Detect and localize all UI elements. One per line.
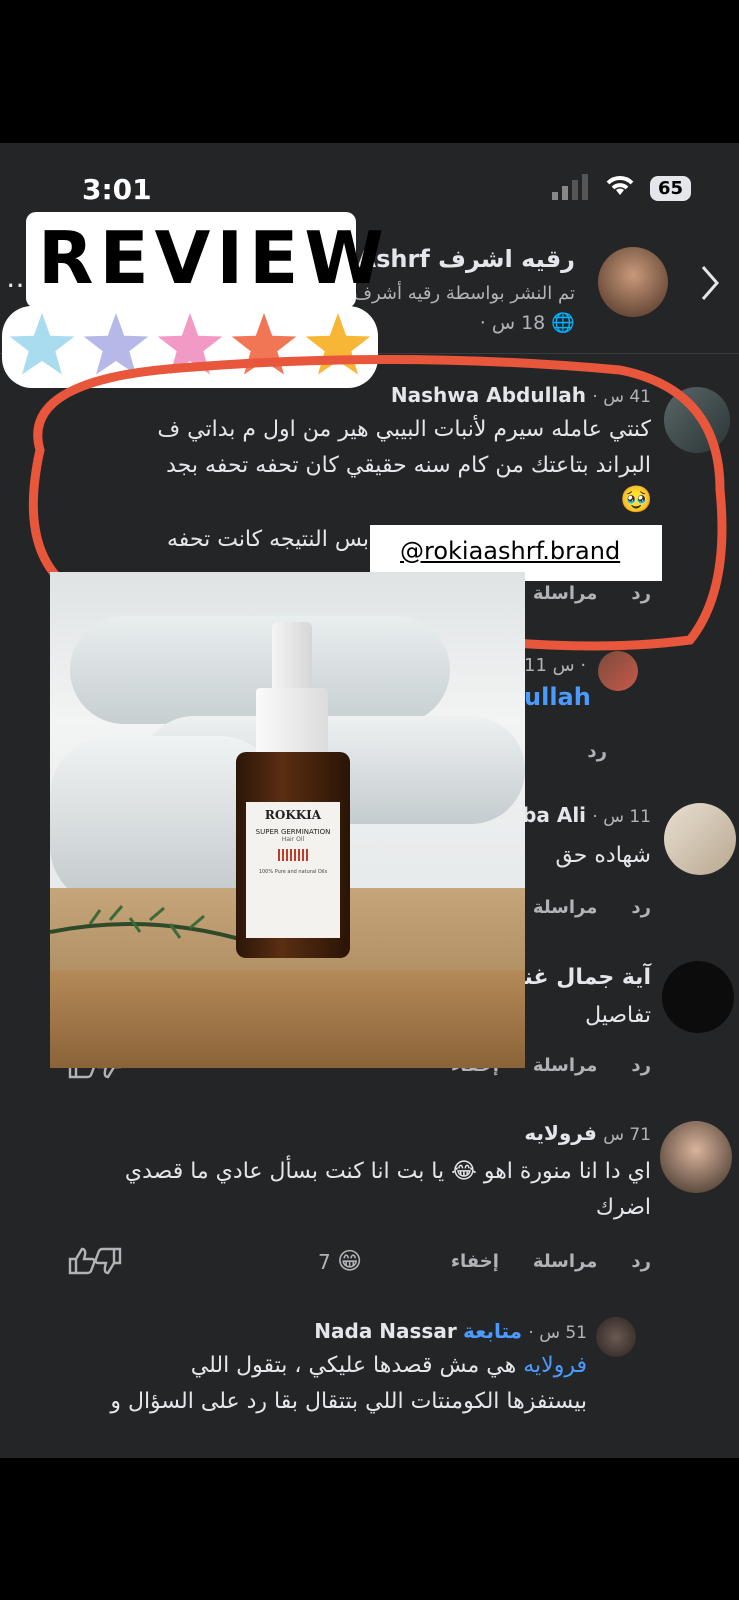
bottle-collar bbox=[256, 688, 328, 758]
comment-time: 71 س bbox=[603, 1125, 651, 1145]
comment-text-line: تفاصيل bbox=[585, 1003, 651, 1028]
battery-indicator: 65 bbox=[649, 176, 691, 201]
comment-avatar[interactable] bbox=[596, 1317, 636, 1357]
comment-actions: رد bbox=[587, 741, 607, 762]
rosemary-sprig bbox=[50, 902, 251, 944]
reply-button[interactable]: رد bbox=[631, 897, 651, 918]
comment-header: 11 س · ba Ali bbox=[522, 803, 651, 827]
comment-time: 11 س · bbox=[592, 807, 651, 827]
label-line2: Hair Oil bbox=[281, 836, 305, 843]
reply-button[interactable]: رد bbox=[631, 1055, 651, 1076]
post-time-text: 18 س · bbox=[479, 312, 546, 334]
commenter-name[interactable]: فرولايه bbox=[524, 1121, 597, 1145]
reply-button[interactable]: رد bbox=[631, 1251, 651, 1272]
commenter-name[interactable]: ullah bbox=[524, 683, 591, 711]
comment-actions: رد مراسلة إخفاء bbox=[451, 1251, 651, 1272]
reaction-count: 7 bbox=[318, 1250, 331, 1274]
hide-button[interactable]: إخفاء bbox=[451, 1251, 499, 1272]
message-button[interactable]: مراسلة bbox=[533, 897, 597, 918]
comment-header: 51 س · متابعة Nada Nassar bbox=[314, 1319, 587, 1343]
globe-icon: 🌐 bbox=[551, 312, 575, 334]
bottle-label: ROKKIA SUPER GERMINATION Hair Oil 100% P… bbox=[246, 802, 340, 938]
label-line3: 100% Pure and natural Oils bbox=[258, 869, 328, 875]
comment-time: 51 س · bbox=[528, 1323, 587, 1343]
comment-text-line: فرولايه هي مش قصدها عليكي ، بتقول اللي bbox=[191, 1349, 587, 1383]
post-author-avatar[interactable] bbox=[598, 247, 668, 317]
like-dislike-icon[interactable] bbox=[66, 1247, 124, 1281]
comment-text: هي مش قصدها عليكي ، بتقول اللي bbox=[190, 1353, 517, 1378]
laughing-reaction-icon: 😁 bbox=[337, 1247, 363, 1275]
label-line1: SUPER GERMINATION bbox=[255, 828, 331, 836]
commenter-name[interactable]: ba Ali bbox=[522, 803, 586, 827]
comment-text-line: اي دا انا منورة اهو 😂 يا بت انا كنت بسأل… bbox=[124, 1159, 651, 1184]
commenter-name[interactable]: Nada Nassar bbox=[314, 1319, 456, 1343]
brand-handle: @rokiaashrf.brand bbox=[400, 537, 621, 565]
comment-text-line: بيستفزها الكومنتات اللي بتتقال بقا رد عل… bbox=[110, 1389, 587, 1414]
reply-button[interactable]: رد bbox=[587, 741, 607, 762]
product-photo: ROKKIA SUPER GERMINATION Hair Oil 100% P… bbox=[50, 572, 525, 1068]
comment-avatar[interactable] bbox=[660, 1121, 732, 1193]
signal-icon bbox=[550, 173, 590, 204]
label-hair-icon bbox=[278, 849, 308, 861]
comment-text-line: اضرك bbox=[595, 1195, 651, 1220]
review-label: REVIEW bbox=[38, 216, 390, 300]
message-button[interactable]: مراسلة bbox=[533, 1251, 597, 1272]
comment-avatar[interactable] bbox=[662, 961, 734, 1033]
back-chevron-icon[interactable] bbox=[699, 263, 721, 307]
status-icons: 65 bbox=[550, 173, 691, 204]
comment-text-line: شهاده حق bbox=[555, 843, 651, 868]
wifi-icon bbox=[604, 173, 636, 204]
post-time: 🌐 18 س · bbox=[480, 311, 575, 334]
comment-actions: رد مراسلة bbox=[533, 897, 651, 918]
comment-avatar[interactable] bbox=[664, 803, 736, 875]
message-button[interactable]: مراسلة bbox=[533, 1055, 597, 1076]
reaction-summary[interactable]: 7 😁 bbox=[318, 1247, 362, 1275]
follow-label[interactable]: متابعة bbox=[463, 1319, 522, 1343]
comment-header: 71 س فرولايه bbox=[524, 1121, 651, 1145]
status-time: 3:01 bbox=[82, 173, 152, 206]
label-brand: ROKKIA bbox=[264, 808, 322, 822]
mention-link[interactable]: فرولايه bbox=[523, 1353, 587, 1378]
shelf-edge bbox=[50, 970, 525, 1068]
bottle-sprayer bbox=[272, 622, 312, 694]
